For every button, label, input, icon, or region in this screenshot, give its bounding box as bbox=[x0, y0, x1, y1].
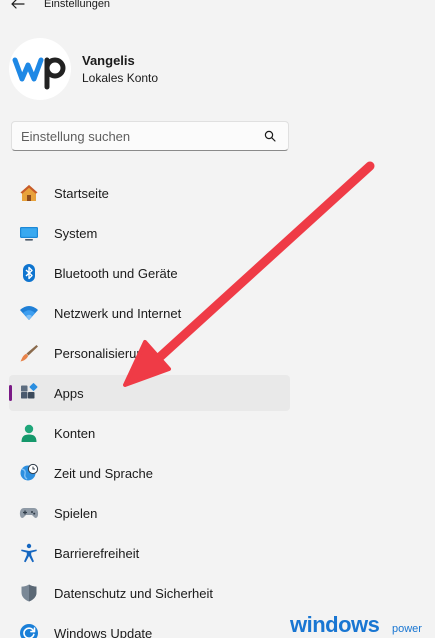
sidebar-item-spielen[interactable]: Spielen bbox=[9, 495, 290, 531]
home-icon bbox=[20, 185, 38, 201]
sidebar-item-bluetooth[interactable]: Bluetooth und Geräte bbox=[9, 255, 290, 291]
wp-logo-icon bbox=[12, 57, 66, 90]
settings-window: Einstellungen Vangelis Lokales Konto Sta… bbox=[0, 0, 435, 638]
gamepad-icon bbox=[19, 508, 39, 518]
apps-icon bbox=[21, 383, 38, 399]
sidebar-item-personalisierung[interactable]: Personalisierung bbox=[9, 335, 290, 371]
windowspower-watermark: windows power bbox=[289, 610, 435, 638]
person-icon bbox=[21, 424, 37, 442]
sidebar-item-label: Konten bbox=[54, 426, 96, 441]
sidebar-item-barrierefreiheit[interactable]: Barrierefreiheit bbox=[9, 535, 290, 571]
account-type: Lokales Konto bbox=[82, 71, 159, 85]
update-icon bbox=[20, 624, 38, 638]
active-indicator bbox=[9, 385, 12, 401]
sidebar-item-konten[interactable]: Konten bbox=[9, 415, 290, 451]
windowspower-logo-icon: windows power bbox=[289, 612, 422, 637]
window-title: Einstellungen bbox=[44, 0, 111, 10]
sidebar-item-label: Startseite bbox=[54, 186, 109, 201]
accessibility-icon bbox=[21, 543, 37, 563]
sidebar-item-system[interactable]: System bbox=[9, 215, 290, 251]
bluetooth-icon bbox=[23, 264, 35, 282]
sidebar-item-label: Barrierefreiheit bbox=[54, 546, 140, 561]
sidebar-item-startseite[interactable]: Startseite bbox=[9, 175, 290, 211]
search-icon[interactable] bbox=[264, 130, 276, 142]
wifi-icon bbox=[20, 306, 38, 320]
globe-clock-icon bbox=[20, 463, 39, 481]
sidebar-item-label: Windows Update bbox=[54, 626, 153, 638]
sidebar-item-label: Datenschutz und Sicherheit bbox=[54, 586, 213, 601]
back-arrow-icon[interactable] bbox=[10, 0, 26, 11]
search-box[interactable] bbox=[11, 121, 289, 151]
monitor-icon bbox=[20, 227, 38, 241]
sidebar-item-label: System bbox=[54, 226, 98, 241]
shield-icon bbox=[21, 584, 37, 602]
user-name: Vangelis bbox=[82, 53, 135, 68]
brush-icon bbox=[20, 345, 38, 362]
avatar[interactable] bbox=[9, 38, 71, 100]
title-bar: Einstellungen bbox=[0, 0, 435, 14]
sidebar-item-label: Apps bbox=[54, 386, 84, 401]
sidebar-item-windows-update[interactable]: Windows Update bbox=[9, 615, 290, 638]
sidebar-item-label: Personalisierung bbox=[54, 346, 151, 361]
sidebar-item-label: Bluetooth und Geräte bbox=[54, 266, 178, 281]
watermark-sub-text: power bbox=[392, 623, 422, 635]
sidebar-item-netzwerk[interactable]: Netzwerk und Internet bbox=[9, 295, 290, 331]
sidebar-item-label: Spielen bbox=[54, 506, 98, 521]
sidebar-item-label: Netzwerk und Internet bbox=[54, 306, 182, 321]
sidebar-item-zeit-sprache[interactable]: Zeit und Sprache bbox=[9, 455, 290, 491]
search-input[interactable] bbox=[12, 122, 262, 150]
sidebar-item-label: Zeit und Sprache bbox=[54, 466, 154, 481]
watermark-main-text: windows bbox=[289, 612, 380, 637]
sidebar-item-datenschutz[interactable]: Datenschutz und Sicherheit bbox=[9, 575, 290, 611]
sidebar-item-apps[interactable]: Apps bbox=[9, 375, 290, 411]
